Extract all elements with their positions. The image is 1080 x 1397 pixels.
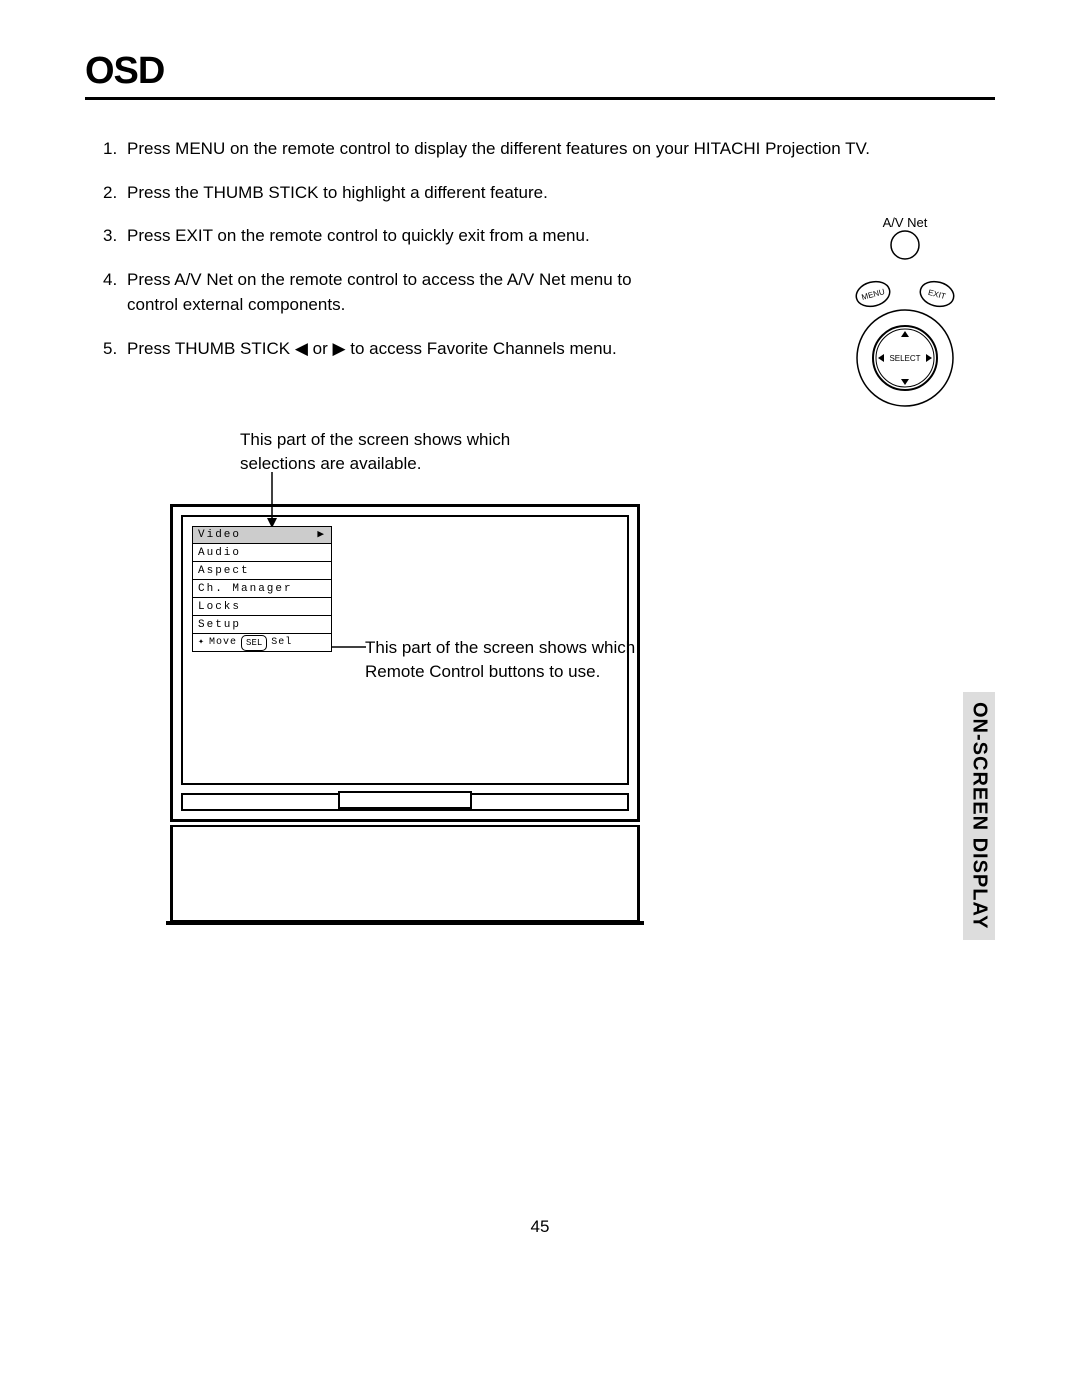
menu-button-icon: MENU bbox=[853, 278, 892, 310]
osd-menu-item-audio: Audio bbox=[192, 544, 332, 562]
instruction-text: Press A/V Net on the remote control to a… bbox=[127, 267, 687, 318]
title-rule bbox=[85, 97, 995, 100]
list-number: 3. bbox=[103, 223, 127, 249]
list-number: 5. bbox=[103, 336, 127, 362]
svg-text:SELECT: SELECT bbox=[889, 354, 920, 363]
list-number: 1. bbox=[103, 136, 127, 162]
osd-menu-item-video: Video ▶ bbox=[192, 526, 332, 544]
page-title: OSD bbox=[85, 50, 995, 97]
instruction-text: Press THUMB STICK ◀ or ▶ to access Favor… bbox=[127, 336, 687, 362]
hint-sel-label: Sel bbox=[271, 636, 292, 650]
move-arrows-icon: ✦ bbox=[198, 636, 205, 650]
thumb-stick-icon: SELECT bbox=[857, 310, 953, 406]
sel-badge: SEL bbox=[241, 635, 267, 651]
svg-text:EXIT: EXIT bbox=[927, 288, 947, 301]
avnet-button-icon bbox=[891, 231, 919, 259]
annotation-selections: This part of the screen shows which sele… bbox=[240, 428, 540, 476]
svg-text:MENU: MENU bbox=[861, 287, 886, 302]
osd-menu-item-setup: Setup bbox=[192, 616, 332, 634]
osd-menu-label: Video bbox=[198, 528, 241, 542]
tv-front-panel bbox=[181, 793, 629, 811]
tv-screen: Video ▶ Audio Aspect Ch. Manager Locks S… bbox=[181, 515, 629, 785]
avnet-label: A/V Net bbox=[815, 215, 995, 230]
section-tab-label: ON-SCREEN DISPLAY bbox=[968, 702, 991, 929]
osd-menu-hint-row: ✦ Move SEL Sel bbox=[192, 634, 332, 652]
tv-illustration: Video ▶ Audio Aspect Ch. Manager Locks S… bbox=[170, 504, 640, 923]
exit-button-icon: EXIT bbox=[917, 278, 956, 310]
triangle-right-icon: ▶ bbox=[317, 528, 326, 542]
instruction-text: Press MENU on the remote control to disp… bbox=[127, 136, 995, 162]
list-number: 2. bbox=[103, 180, 127, 206]
osd-menu-item-locks: Locks bbox=[192, 598, 332, 616]
instruction-text: Press the THUMB STICK to highlight a dif… bbox=[127, 180, 995, 206]
list-number: 4. bbox=[103, 267, 127, 318]
section-tab: ON-SCREEN DISPLAY bbox=[963, 692, 995, 940]
hint-move-label: Move bbox=[209, 636, 237, 650]
osd-menu-item-aspect: Aspect bbox=[192, 562, 332, 580]
osd-menu: Video ▶ Audio Aspect Ch. Manager Locks S… bbox=[192, 526, 332, 652]
tv-stand bbox=[170, 825, 640, 923]
osd-menu-item-chmanager: Ch. Manager bbox=[192, 580, 332, 598]
page-number: 45 bbox=[0, 1217, 1080, 1237]
remote-control-diagram: A/V Net MENU EXIT bbox=[815, 215, 995, 415]
